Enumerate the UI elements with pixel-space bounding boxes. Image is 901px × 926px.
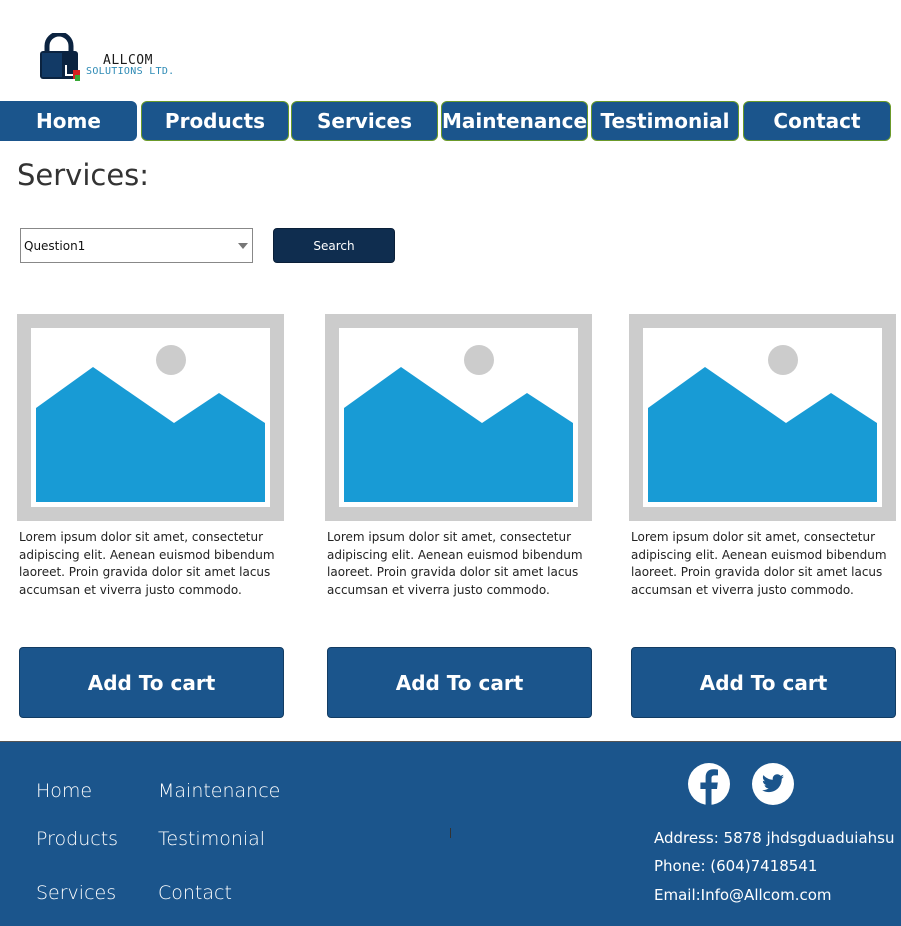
service-image-placeholder: [629, 314, 896, 521]
image-placeholder-icon: [344, 345, 573, 502]
card-description: Lorem ipsum dolor sit amet, consectetur …: [19, 530, 275, 597]
image-placeholder-icon: [36, 345, 265, 502]
page-title: Services:: [17, 158, 150, 192]
add-to-cart-button[interactable]: Add To cart: [327, 647, 592, 718]
twitter-icon[interactable]: [751, 762, 795, 806]
lock-icon: [40, 33, 80, 81]
image-placeholder-icon: [648, 345, 877, 502]
add-to-cart-button[interactable]: Add To cart: [631, 647, 896, 718]
question-select-value: Question1: [24, 238, 86, 253]
footer-phone: Phone: (604)7418541: [654, 857, 818, 875]
search-button[interactable]: Search: [273, 228, 395, 263]
service-image-placeholder: [325, 314, 592, 521]
footer-link-products[interactable]: Products: [36, 828, 118, 850]
nav-products[interactable]: Products: [141, 101, 289, 141]
chevron-down-icon: [238, 243, 248, 249]
card-description: Lorem ipsum dolor sit amet, consectetur …: [327, 530, 583, 597]
service-image-placeholder: [17, 314, 284, 521]
footer-link-maintenance[interactable]: Maintenance: [158, 780, 280, 802]
footer-link-home[interactable]: Home: [36, 780, 92, 802]
company-logo[interactable]: ALLCOM SOLUTIONS LTD.: [38, 33, 178, 83]
nav-testimonial[interactable]: Testimonial: [591, 101, 739, 141]
footer-link-contact[interactable]: Contact: [158, 882, 232, 904]
main-nav: Home Products Services Maintenance Testi…: [0, 101, 901, 141]
footer-link-services[interactable]: Services: [36, 882, 116, 904]
question-select[interactable]: Question1: [20, 228, 253, 263]
footer-link-testimonial[interactable]: Testimonial: [158, 828, 265, 850]
nav-contact[interactable]: Contact: [743, 101, 891, 141]
footer-divider-mark: [450, 828, 451, 838]
nav-services[interactable]: Services: [291, 101, 438, 141]
add-to-cart-button[interactable]: Add To cart: [19, 647, 284, 718]
footer-email[interactable]: Email:Info@Allcom.com: [654, 886, 832, 904]
site-footer: Home Maintenance Products Testimonial Se…: [0, 741, 901, 926]
nav-home[interactable]: Home: [0, 101, 137, 141]
logo-subtitle: SOLUTIONS LTD.: [86, 66, 175, 77]
facebook-icon[interactable]: [687, 762, 731, 806]
nav-maintenance[interactable]: Maintenance: [441, 101, 588, 141]
footer-address: Address: 5878 jhdsgduaduiahsu: [654, 829, 895, 847]
card-description: Lorem ipsum dolor sit amet, consectetur …: [631, 530, 887, 597]
